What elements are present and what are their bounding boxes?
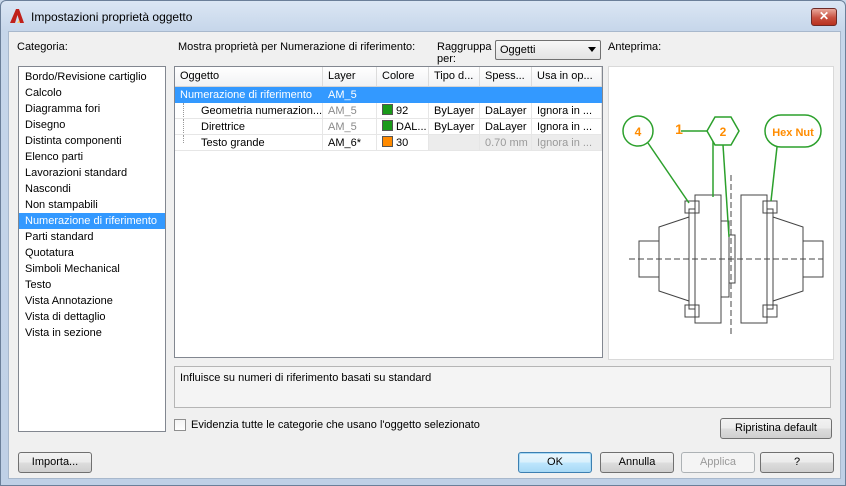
cell-usa[interactable]: Ignora in ... [532,119,602,135]
cell-layer[interactable]: AM_5 [323,87,377,103]
cell-spessore[interactable]: DaLayer [480,119,532,135]
balloon-text-hex-nut: Hex Nut [772,127,814,139]
balloon-text-1: 1 [675,121,683,137]
highlight-categories-label[interactable]: Evidenzia tutte le categorie che usano l… [191,419,480,431]
help-button[interactable]: ? [760,452,834,473]
category-item[interactable]: Vista in sezione [19,325,165,341]
cell-spessore[interactable]: DaLayer [480,103,532,119]
color-swatch [382,120,393,131]
cell-oggetto: Numerazione di riferimento [175,87,323,103]
preview-label: Anteprima: [608,41,662,53]
column-header-spessore[interactable]: Spess... [480,67,532,86]
cell-tipo [429,135,480,151]
column-header-colore[interactable]: Colore [377,67,429,86]
group-by-value: Oggetti [500,44,536,56]
cell-layer[interactable]: AM_5 [323,119,377,135]
dialog-body: Categoria: Bordo/Revisione cartiglio Calc… [8,31,841,479]
description-text: Influisce su numeri di riferimento basat… [180,372,432,384]
cell-tipo[interactable]: ByLayer [429,119,480,135]
column-header-tipo[interactable]: Tipo d... [429,67,480,86]
cell-spessore: 0.70 mm [480,135,532,151]
cell-layer[interactable]: AM_6* [323,135,377,151]
category-label: Categoria: [17,41,68,53]
cell-layer[interactable]: AM_5 [323,103,377,119]
cell-oggetto: Direttrice [175,119,323,135]
grid-header: Oggetto Layer Colore Tipo d... Spess... … [175,67,602,87]
import-button[interactable]: Importa... [18,452,92,473]
properties-label: Mostra proprietà per Numerazione di rife… [178,41,416,53]
table-row[interactable]: Testo grande AM_6* 30 0.70 mm Ignora in … [175,135,602,151]
column-header-oggetto[interactable]: Oggetto [175,67,323,86]
cell-colore[interactable]: 92 [377,103,429,119]
category-item[interactable]: Testo [19,277,165,293]
color-swatch [382,104,393,115]
cell-colore-text: 92 [396,105,409,117]
balloon-text-4: 4 [635,125,642,139]
group-by-label-2: per: [437,53,456,65]
title-bar[interactable]: Impostazioni proprietà oggetto ✕ [1,1,845,31]
category-item[interactable]: Quotatura [19,245,165,261]
category-item[interactable]: Bordo/Revisione cartiglio [19,69,165,85]
cell-oggetto: Geometria numerazion... [175,103,323,119]
cell-oggetto-text: Direttrice [201,121,246,133]
highlight-categories-checkbox[interactable] [174,419,186,431]
close-button[interactable]: ✕ [811,8,837,26]
window-title: Impostazioni proprietà oggetto [31,10,193,24]
cell-oggetto-text: Testo grande [201,137,265,149]
cell-colore[interactable]: 30 [377,135,429,151]
column-header-usa[interactable]: Usa in op... [532,67,602,86]
group-by-label: Raggruppa [437,41,492,53]
cell-spessore[interactable] [480,87,532,103]
category-item[interactable]: Vista Annotazione [19,293,165,309]
table-row[interactable]: Numerazione di riferimento AM_5 [175,87,602,103]
cell-colore[interactable]: DAL... [377,119,429,135]
column-header-layer[interactable]: Layer [323,67,377,86]
reset-default-button[interactable]: Ripristina default [720,418,832,439]
cell-tipo[interactable]: ByLayer [429,103,480,119]
preview-drawing: 4 1 2 Hex Nut [622,114,824,337]
preview-panel: 4 1 2 Hex Nut [608,66,834,360]
category-item[interactable]: Parti standard [19,229,165,245]
cancel-button[interactable]: Annulla [600,452,674,473]
category-item[interactable]: Non stampabili [19,197,165,213]
dialog-window: Impostazioni proprietà oggetto ✕ Categor… [0,0,846,486]
cell-colore-text: DAL... [396,121,427,133]
autocad-app-icon [10,9,24,23]
category-item[interactable]: Vista di dettaglio [19,309,165,325]
properties-grid[interactable]: Oggetto Layer Colore Tipo d... Spess... … [174,66,603,358]
cell-oggetto-text: Geometria numerazion... [201,105,323,117]
cell-usa: Ignora in ... [532,135,602,151]
cell-colore[interactable] [377,87,429,103]
category-item[interactable]: Elenco parti [19,149,165,165]
category-list[interactable]: Bordo/Revisione cartiglio Calcolo Diagramm… [18,66,166,432]
group-by-select[interactable]: Oggetti [495,40,601,60]
description-box: Influisce su numeri di riferimento basat… [174,366,831,408]
tree-connector [183,119,184,134]
cell-usa[interactable]: Ignora in ... [532,103,602,119]
apply-button: Applica [681,452,755,473]
chevron-down-icon [588,47,596,52]
category-item[interactable]: Calcolo [19,85,165,101]
category-item[interactable]: Lavorazioni standard [19,165,165,181]
category-item[interactable]: Diagramma fori [19,101,165,117]
cell-oggetto: Testo grande [175,135,323,151]
cell-colore-text: 30 [396,137,409,149]
category-item[interactable]: Nascondi [19,181,165,197]
balloon-text-2: 2 [720,125,727,139]
cell-tipo[interactable] [429,87,480,103]
color-swatch [382,136,393,147]
tree-connector [183,103,184,118]
category-item[interactable]: Simboli Mechanical [19,261,165,277]
category-item[interactable]: Distinta componenti [19,133,165,149]
tree-connector [183,135,184,143]
table-row[interactable]: Geometria numerazion... AM_5 92 ByLayer … [175,103,602,119]
table-row[interactable]: Direttrice AM_5 DAL... ByLayer DaLayer I… [175,119,602,135]
category-item[interactable]: Numerazione di riferimento [19,213,165,229]
ok-button[interactable]: OK [518,452,592,473]
cell-usa[interactable] [532,87,602,103]
category-item[interactable]: Disegno [19,117,165,133]
